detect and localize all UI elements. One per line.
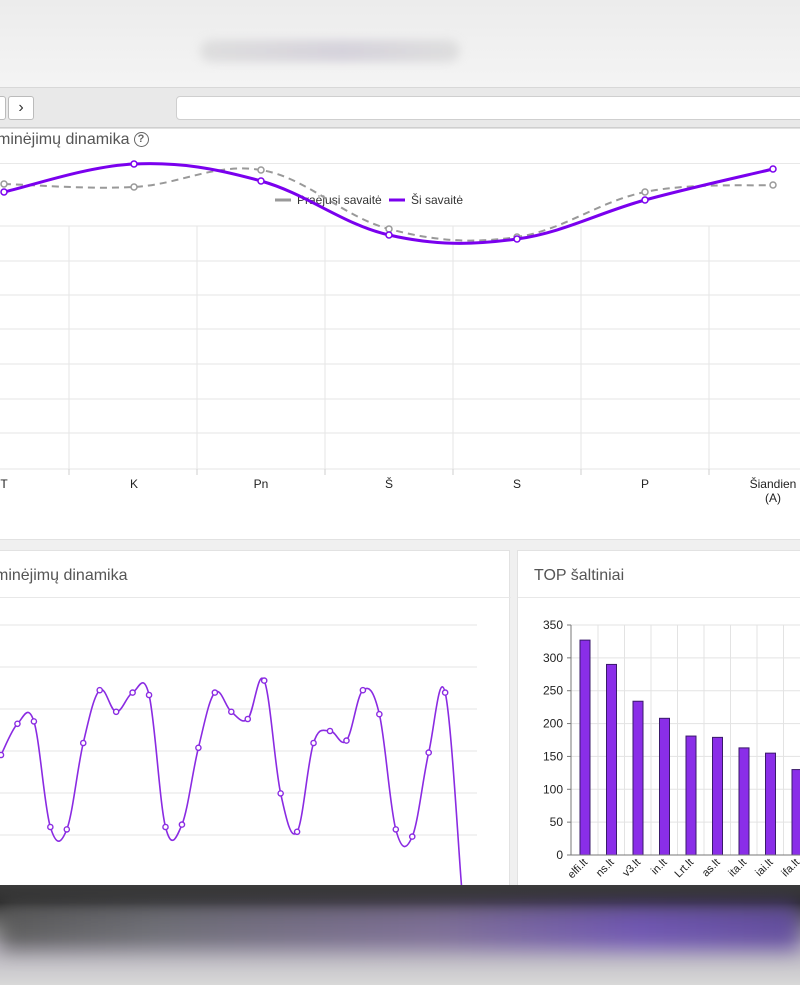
- address-bar[interactable]: [176, 96, 800, 120]
- browser-toolbar: ›: [0, 88, 800, 128]
- x-axis-label: elfi.lt: [566, 857, 590, 881]
- data-point: [408, 833, 416, 840]
- data-point: [260, 677, 268, 684]
- data-point: [0, 751, 5, 759]
- x-axis-label: in.lt: [649, 857, 670, 878]
- data-point: [227, 708, 235, 716]
- data-point: [30, 718, 38, 725]
- x-axis-label: v3.lt: [620, 857, 643, 880]
- data-point: [211, 689, 219, 696]
- data-point: [63, 826, 71, 833]
- x-axis-label: P: [641, 477, 649, 491]
- bar: [659, 717, 670, 856]
- x-axis-label: Lrt.lt: [672, 857, 696, 881]
- data-point: [162, 823, 169, 831]
- data-point: [513, 235, 521, 243]
- y-axis-label: 150: [543, 749, 563, 763]
- bar: [738, 747, 750, 856]
- data-point: [130, 160, 138, 168]
- bar: [579, 639, 591, 856]
- data-point: [14, 720, 21, 728]
- data-point: [112, 708, 120, 716]
- data-point: [310, 739, 317, 747]
- weekly-line-chart: Praėjusi savaitė Ši savaitėT K Pn Š S P Šiandie…: [0, 160, 800, 505]
- blurred-window-titlebar: [0, 0, 800, 88]
- data-point: [0, 180, 8, 188]
- y-axis-label: 350: [543, 618, 563, 632]
- mentions-line-chart: [0, 624, 477, 888]
- y-axis-label: 100: [543, 782, 563, 796]
- data-point: [195, 744, 202, 752]
- data-point: [79, 739, 87, 747]
- data-point: [129, 689, 136, 696]
- top-sources-panel: TOP šaltiniai 0 50 100 150 200 250 300 350 elfi.…: [517, 550, 800, 890]
- data-point: [178, 821, 186, 828]
- x-axis-label: S: [513, 477, 521, 491]
- data-point: [257, 166, 265, 174]
- bar: [765, 752, 776, 856]
- data-point: [425, 749, 433, 756]
- x-axis-label: Šiandien: [750, 476, 797, 491]
- y-axis-label: 300: [543, 651, 563, 665]
- data-point: [96, 686, 103, 694]
- bar: [632, 700, 644, 856]
- data-point: [145, 691, 153, 699]
- data-point: [769, 181, 777, 189]
- data-point: [359, 686, 367, 694]
- weekly-mentions-panel: minėjimų dinamika? Praėjusi savaitė Ši sa…: [0, 128, 800, 540]
- bar: [685, 735, 697, 856]
- data-point: [244, 715, 252, 723]
- x-axis-label: ita.lt: [726, 857, 749, 880]
- data-point: [385, 225, 393, 233]
- data-point: [326, 727, 334, 735]
- x-axis-label: T: [0, 477, 8, 491]
- x-axis-label: Pn: [254, 477, 269, 491]
- x-axis-label: Š: [385, 476, 393, 491]
- data-point: [257, 177, 265, 185]
- data-point: [47, 823, 54, 831]
- data-point: [130, 183, 138, 191]
- bar: [606, 663, 617, 856]
- back-button[interactable]: [0, 96, 6, 120]
- data-point: [376, 710, 383, 718]
- x-axis-label: as.lt: [700, 857, 723, 880]
- y-axis-label: 250: [543, 684, 563, 698]
- bar: [791, 769, 800, 856]
- data-point: [769, 165, 777, 173]
- x-axis-label: ifa.lt: [779, 857, 800, 880]
- blurred-taskbar: [0, 885, 800, 985]
- legend-label: Ši savaitė: [411, 192, 463, 207]
- x-axis-label: K: [130, 477, 138, 491]
- x-axis-label: ns.lt: [594, 857, 617, 880]
- data-point: [641, 188, 649, 196]
- y-axis-label: 50: [550, 815, 564, 829]
- y-axis-label: 200: [543, 717, 563, 731]
- top-sources-bar-chart: 0 50 100 150 200 250 300 350 elfi.lt ns.lt v3.lt in…: [543, 618, 800, 881]
- data-point: [392, 826, 400, 833]
- data-point: [0, 188, 8, 196]
- data-point: [641, 196, 649, 204]
- data-point: [343, 737, 350, 744]
- data-point: [385, 231, 393, 239]
- data-point: [441, 689, 449, 696]
- forward-button[interactable]: ›: [8, 96, 34, 120]
- bar: [712, 736, 723, 856]
- chevron-right-icon: ›: [18, 99, 24, 116]
- data-point: [293, 828, 301, 836]
- mentions-dynamics-panel: minėjimų dinamika: [0, 550, 511, 890]
- x-axis-label: iai.lt: [753, 857, 775, 879]
- y-axis-label: 0: [556, 848, 563, 862]
- data-point: [277, 790, 284, 797]
- x-axis-label: (A): [765, 491, 781, 505]
